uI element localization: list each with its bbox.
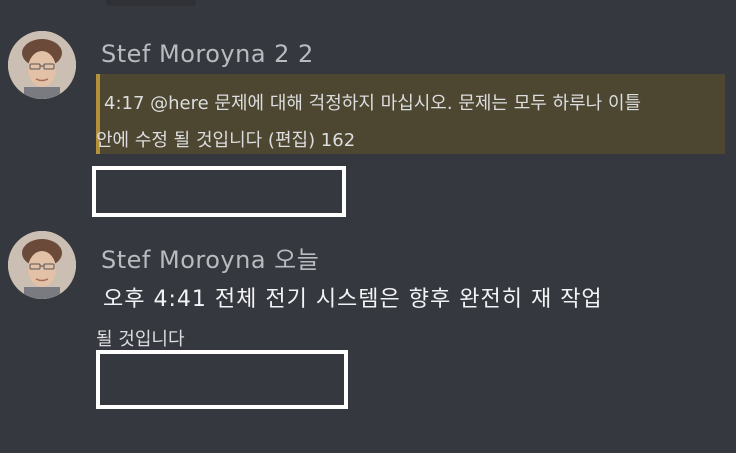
- message-text: 4:17 @here 문제에 대해 걱정하지 마십시오. 문제는 모두 하루나 …: [104, 93, 642, 114]
- username[interactable]: Stef Moroyna 2 2: [101, 40, 314, 68]
- avatar-image: [8, 31, 76, 99]
- redaction-box-inner: [100, 354, 344, 405]
- redaction-box-inner: [96, 170, 342, 213]
- redaction-box: [96, 350, 348, 409]
- avatar-image: [8, 231, 76, 299]
- message-text-continued: 될 것입니다: [96, 329, 185, 350]
- message-text-continued: 안에 수정 될 것입니다 (편집) 162: [96, 130, 356, 151]
- chat-window: Stef Moroyna 2 2 4:17 @here 문제에 대해 걱정하지 …: [0, 0, 736, 453]
- redaction-box: [92, 166, 346, 217]
- avatar[interactable]: [8, 231, 76, 299]
- username[interactable]: Stef Moroyna 오늘: [101, 240, 319, 275]
- message-text: 오후 4:41 전체 전기 시스템은 향후 완전히 재 작업: [103, 287, 603, 312]
- previous-message-edge: [106, 0, 196, 6]
- avatar[interactable]: [8, 31, 76, 99]
